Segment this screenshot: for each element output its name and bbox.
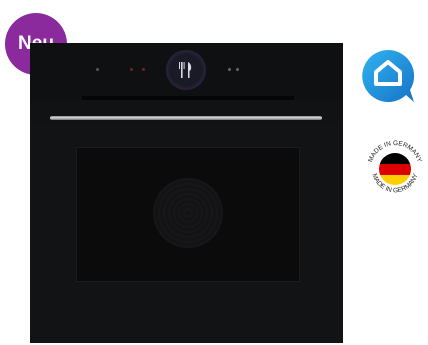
panel-vent <box>82 96 294 100</box>
fan-cover <box>153 178 223 248</box>
control-light-right-1 <box>228 68 231 71</box>
home-chat-icon <box>360 48 416 109</box>
control-panel <box>30 43 343 99</box>
oven-door <box>30 123 343 343</box>
control-light-right-2 <box>236 68 239 71</box>
control-light-left <box>96 68 99 71</box>
door-handle <box>50 116 322 120</box>
cutlery-icon <box>179 62 192 78</box>
oven-window <box>76 147 300 282</box>
made-in-germany-seal: MADE IN GERMANY MADE IN GERMANY <box>362 136 428 207</box>
control-light-red-2 <box>142 68 145 71</box>
control-light-red-1 <box>130 68 133 71</box>
oven-product-image <box>30 43 343 343</box>
control-knob <box>166 50 206 90</box>
